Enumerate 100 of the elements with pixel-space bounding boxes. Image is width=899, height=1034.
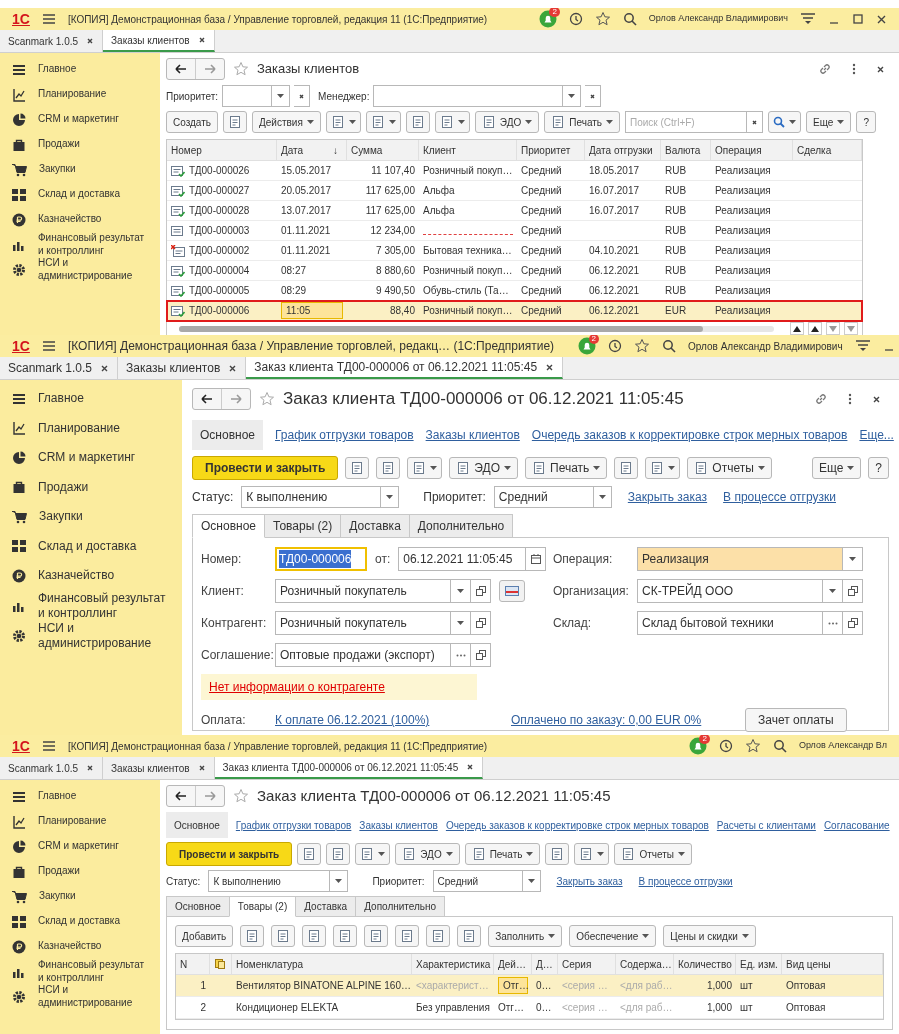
nav-link[interactable]: Очередь заказов к корректировке строк мерных товаров <box>531 426 848 444</box>
dropdown-button[interactable]: Печать <box>544 111 620 133</box>
input-field[interactable]: Склад бытовой техники <box>637 611 823 635</box>
dropdown-button[interactable] <box>843 547 863 571</box>
search-icon[interactable] <box>662 339 677 353</box>
icon-button[interactable] <box>271 925 296 947</box>
clear-button[interactable] <box>294 85 311 107</box>
tab[interactable]: Доставка <box>340 514 410 538</box>
icon-button[interactable] <box>345 457 370 479</box>
menu-lines-icon[interactable] <box>854 339 871 353</box>
close-icon[interactable] <box>876 13 887 25</box>
icon-button[interactable] <box>223 111 247 133</box>
link-icon[interactable] <box>818 62 832 76</box>
dropdown-button[interactable] <box>563 85 582 107</box>
payment-link[interactable]: Оплачено по заказу: 0,00 EUR 0% <box>511 711 745 729</box>
dropdown-button[interactable] <box>381 486 400 508</box>
tab[interactable]: Заказы клиентов <box>103 30 215 52</box>
dropdown-button[interactable]: Печать <box>525 457 608 479</box>
sidebar-item[interactable]: Главное <box>0 384 182 414</box>
column-header[interactable]: Операция <box>711 140 793 160</box>
tab[interactable]: Дополнительно <box>355 896 446 917</box>
nav-link[interactable]: Расчеты с клиентами <box>716 817 816 833</box>
open-button[interactable] <box>471 611 491 635</box>
sidebar-item[interactable]: Планирование <box>0 413 182 443</box>
open-button[interactable] <box>843 611 863 635</box>
tab[interactable]: Заказ клиента ТД00-000006 от 06.12.2021 11:05:45 <box>214 757 484 779</box>
input-field[interactable]: 06.12.2021 11:05:45 <box>398 547 527 571</box>
dropdown-button[interactable] <box>330 870 349 892</box>
close-icon[interactable] <box>86 764 95 772</box>
column-header[interactable]: Характеристика <box>412 954 494 974</box>
nav-link[interactable]: Очередь заказов к корректировке строк мерных товаров <box>445 817 709 833</box>
dropdown-button[interactable]: Заполнить <box>488 925 563 947</box>
open-button[interactable] <box>843 579 863 603</box>
icon-button[interactable] <box>364 925 389 947</box>
icon-button[interactable] <box>325 111 361 133</box>
sidebar-item[interactable]: Продажи <box>0 859 160 884</box>
dropdown-button[interactable]: Цены и скидки <box>663 925 756 947</box>
dropdown-button[interactable]: ЭДО <box>395 843 460 865</box>
table-row[interactable]: ТД00-000006 11:05 88,40 Розничный покуп… Средний 06.12.2021 EUR Реализация <box>167 301 862 321</box>
dropdown-button[interactable]: Обеспечение <box>569 925 657 947</box>
sidebar-item[interactable]: Финансовый результат и контроллинг <box>0 232 160 257</box>
nav-link[interactable]: Согласование <box>823 817 890 833</box>
input-field[interactable]: Розничный покупатель <box>275 611 451 635</box>
icon-button[interactable] <box>426 925 451 947</box>
nav-link[interactable]: График отгрузки товаров <box>275 426 414 444</box>
close-icon[interactable] <box>545 362 555 372</box>
icon-button[interactable] <box>297 843 322 865</box>
icon-button[interactable] <box>407 457 443 479</box>
warning-link[interactable]: Нет информации о контрагенте <box>209 678 385 696</box>
column-header[interactable]: Количество <box>674 954 736 974</box>
dropdown-field[interactable]: К выполнению <box>208 870 331 892</box>
icon-button[interactable] <box>376 457 401 479</box>
nav-link[interactable]: Заказы клиентов <box>425 426 520 444</box>
input-field[interactable]: Розничный покупатель <box>275 579 451 603</box>
link[interactable]: В процессе отгрузки <box>723 488 836 506</box>
dropdown-button[interactable]: ЭДО <box>449 457 518 479</box>
tab[interactable]: Товары (2) <box>228 896 297 917</box>
close-icon[interactable] <box>100 363 110 373</box>
toolbar-button[interactable]: Зачет оплаты <box>745 708 847 732</box>
column-header[interactable]: Клиент <box>419 140 517 160</box>
dropdown-button[interactable]: Отчеты <box>687 457 772 479</box>
column-header[interactable]: Сделка <box>793 140 862 160</box>
nav-link[interactable]: Основное <box>192 420 263 450</box>
close-icon[interactable] <box>197 36 206 44</box>
nav-link[interactable]: Основное <box>166 812 228 838</box>
dropdown-field[interactable] <box>222 85 273 107</box>
open-button[interactable] <box>471 579 491 603</box>
tab[interactable]: Заказы клиентов <box>103 757 215 779</box>
column-header[interactable]: Сумма <box>347 140 419 160</box>
tab[interactable]: Товары (2) <box>264 514 342 538</box>
icon-button[interactable] <box>355 843 391 865</box>
close-icon[interactable] <box>466 763 475 771</box>
dropdown-field[interactable]: Средний <box>432 870 523 892</box>
bell-icon[interactable] <box>578 337 597 355</box>
icon-button[interactable] <box>326 843 351 865</box>
sidebar-item[interactable]: Финансовый результат и контроллинг <box>0 590 182 621</box>
sidebar-item[interactable]: Склад и доставка <box>0 182 160 207</box>
history-icon[interactable] <box>568 12 583 26</box>
star-icon[interactable] <box>259 391 275 407</box>
input-field[interactable]: Реализация <box>637 547 843 571</box>
toolbar-button[interactable]: ? <box>856 111 876 133</box>
dropdown-button[interactable] <box>823 579 843 603</box>
sidebar-item[interactable]: НСИ и администрирование <box>0 257 160 282</box>
dropdown-button[interactable] <box>451 611 471 635</box>
nav-link[interactable]: Еще... <box>859 426 899 444</box>
close-icon[interactable] <box>872 394 881 404</box>
menu-lines-icon[interactable] <box>800 12 816 26</box>
payment-link[interactable]: К оплате 06.12.2021 (100%) <box>275 711 511 729</box>
icon-button[interactable] <box>302 925 327 947</box>
tab[interactable]: Scanmark 1.0.5 <box>0 357 119 379</box>
icon-button[interactable] <box>457 925 482 947</box>
column-header[interactable]: Номер <box>167 140 277 160</box>
icon-button[interactable] <box>395 925 420 947</box>
icon-button[interactable] <box>240 925 265 947</box>
icon-button[interactable] <box>405 111 430 133</box>
tab[interactable]: Заказ клиента ТД00-000006 от 06.12.2021 11:05:45 <box>246 357 564 379</box>
sidebar-item[interactable]: Казначейство <box>0 561 182 591</box>
column-header[interactable]: Дата отгрузки <box>585 140 661 160</box>
column-header[interactable]: Приоритет <box>517 140 585 160</box>
more-icon[interactable] <box>852 63 856 75</box>
